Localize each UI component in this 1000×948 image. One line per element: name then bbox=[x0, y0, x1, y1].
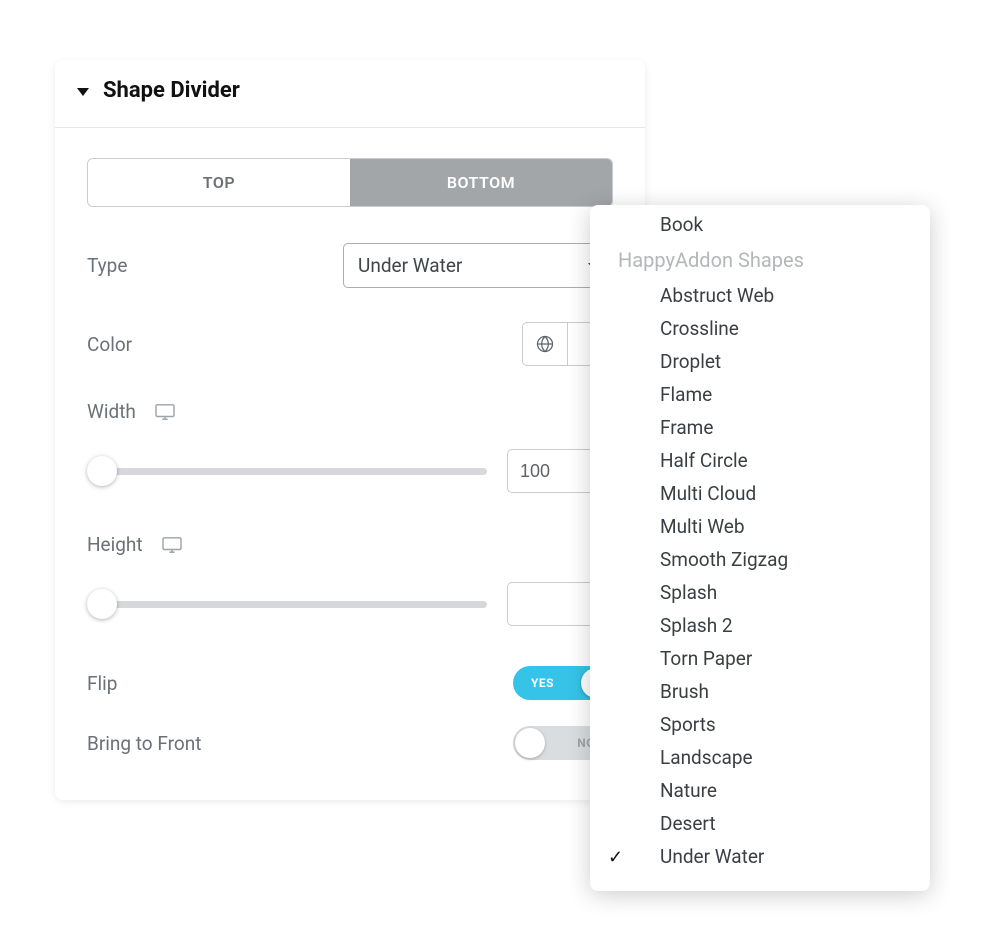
height-section: Height bbox=[87, 533, 613, 556]
tab-top[interactable]: TOP bbox=[88, 159, 350, 206]
desktop-icon[interactable] bbox=[161, 536, 183, 554]
panel-header[interactable]: Shape Divider bbox=[55, 60, 645, 128]
width-slider-row bbox=[87, 449, 613, 493]
dropdown-item[interactable]: Flame bbox=[590, 378, 930, 411]
type-row: Type Under Water bbox=[87, 243, 613, 288]
height-slider-track bbox=[87, 601, 487, 608]
dropdown-item[interactable]: Frame bbox=[590, 411, 930, 444]
type-label: Type bbox=[87, 254, 127, 277]
height-label: Height bbox=[87, 533, 143, 556]
desktop-icon[interactable] bbox=[154, 403, 176, 421]
width-slider-track bbox=[87, 468, 487, 475]
dropdown-group-label: HappyAddon Shapes bbox=[590, 245, 930, 279]
type-select[interactable]: Under Water bbox=[343, 243, 613, 288]
height-slider[interactable] bbox=[87, 589, 487, 619]
color-row: Color bbox=[87, 322, 613, 366]
dropdown-item[interactable]: Nature bbox=[590, 774, 930, 807]
check-icon: ✓ bbox=[608, 847, 623, 868]
dropdown-item[interactable]: Brush bbox=[590, 675, 930, 708]
dropdown-item[interactable]: Splash 2 bbox=[590, 609, 930, 642]
dropdown-item[interactable]: Splash bbox=[590, 576, 930, 609]
width-section: Width bbox=[87, 400, 613, 423]
flip-toggle-text: YES bbox=[531, 676, 554, 690]
shape-divider-panel: Shape Divider TOP BOTTOM Type Under Wate… bbox=[55, 60, 645, 800]
toggle-thumb bbox=[515, 728, 545, 758]
dropdown-item[interactable]: Half Circle bbox=[590, 444, 930, 477]
width-slider[interactable] bbox=[87, 456, 487, 486]
tab-bottom[interactable]: BOTTOM bbox=[350, 159, 612, 206]
type-select-value: Under Water bbox=[358, 254, 462, 277]
dropdown-item[interactable]: Abstruct Web bbox=[590, 279, 930, 312]
globe-icon bbox=[535, 334, 555, 354]
dropdown-item[interactable]: Sports bbox=[590, 708, 930, 741]
flip-label: Flip bbox=[87, 672, 117, 695]
dropdown-item[interactable]: Landscape bbox=[590, 741, 930, 774]
dropdown-item[interactable]: Desert bbox=[590, 807, 930, 840]
width-slider-thumb[interactable] bbox=[87, 456, 117, 486]
width-label: Width bbox=[87, 400, 136, 423]
dropdown-item[interactable]: Under Water✓ bbox=[590, 840, 930, 873]
height-slider-thumb[interactable] bbox=[87, 589, 117, 619]
position-tabs: TOP BOTTOM bbox=[87, 158, 613, 207]
flip-row: Flip YES bbox=[87, 666, 613, 700]
dropdown-item[interactable]: Droplet bbox=[590, 345, 930, 378]
color-label: Color bbox=[87, 333, 132, 356]
bring-to-front-row: Bring to Front NO bbox=[87, 726, 613, 760]
bring-to-front-label: Bring to Front bbox=[87, 732, 201, 755]
dropdown-item[interactable]: Crossline bbox=[590, 312, 930, 345]
collapse-caret-icon bbox=[77, 88, 89, 96]
type-dropdown-menu: Book HappyAddon Shapes Abstruct WebCross… bbox=[590, 205, 930, 891]
color-global-button[interactable] bbox=[522, 322, 568, 366]
panel-title: Shape Divider bbox=[103, 78, 240, 103]
dropdown-item[interactable]: Multi Web bbox=[590, 510, 930, 543]
dropdown-item[interactable]: Smooth Zigzag bbox=[590, 543, 930, 576]
dropdown-item[interactable]: Book bbox=[590, 213, 930, 241]
dropdown-item[interactable]: Multi Cloud bbox=[590, 477, 930, 510]
height-slider-row bbox=[87, 582, 613, 626]
panel-body: TOP BOTTOM Type Under Water Color bbox=[55, 128, 645, 800]
dropdown-item[interactable]: Torn Paper bbox=[590, 642, 930, 675]
